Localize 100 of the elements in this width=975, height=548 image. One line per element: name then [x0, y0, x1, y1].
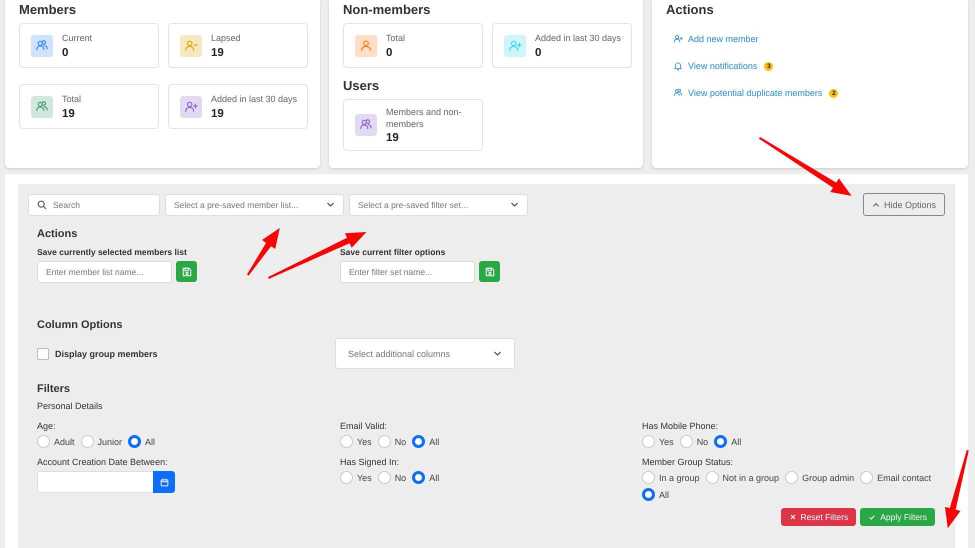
- stat-label: Added in last 30 days: [535, 32, 622, 45]
- radio-label: Email contact: [877, 472, 932, 482]
- filter-label: Has Mobile Phone:: [642, 421, 720, 431]
- chevron-down-icon: [326, 200, 335, 209]
- stat-value: 19: [62, 108, 76, 120]
- action-link[interactable]: Add new member: [688, 34, 759, 44]
- stat-value: 0: [386, 46, 394, 59]
- save-button[interactable]: [479, 261, 500, 282]
- radio-button[interactable]: [128, 435, 142, 448]
- filter-label: Account Creation Date Between:: [37, 457, 169, 467]
- stat-label: Current: [62, 32, 92, 45]
- stat-label: Lapsed: [211, 32, 241, 45]
- select-placeholder: Select a pre-saved filter set...: [358, 200, 468, 210]
- radio-button[interactable]: [706, 471, 719, 484]
- checkmark-icon: [868, 513, 876, 521]
- radio-button[interactable]: [642, 488, 655, 501]
- columns-select[interactable]: Select additional columns: [335, 338, 515, 369]
- save-icon: [182, 266, 192, 276]
- radio-button[interactable]: [412, 435, 426, 448]
- stat-label: Added in last 30 days: [211, 93, 298, 106]
- radio-button[interactable]: [642, 435, 655, 448]
- action-link[interactable]: View notifications: [688, 61, 758, 71]
- field-label: Save currently selected members list: [37, 247, 188, 257]
- stat-label: Total: [386, 32, 406, 45]
- calendar-button[interactable]: [153, 471, 175, 493]
- radio-label: Yes: [357, 436, 372, 446]
- radio-button[interactable]: [642, 471, 655, 484]
- radio-button[interactable]: [860, 471, 874, 484]
- search-placeholder: Search: [53, 200, 80, 210]
- radio-button[interactable]: [80, 435, 94, 448]
- filter-label: Member Group Status:: [642, 457, 734, 467]
- person-add-icon: [673, 34, 683, 44]
- group-icon: [673, 88, 683, 98]
- radio-label: Group admin: [802, 472, 854, 482]
- radio-button[interactable]: [714, 435, 728, 448]
- input-placeholder: Enter filter set name...: [349, 267, 432, 277]
- radio-label: No: [394, 472, 406, 482]
- radio-label: Yes: [659, 436, 674, 446]
- radio-label: Not in a group: [722, 472, 780, 482]
- filter-label: Age:: [37, 421, 57, 431]
- card-title: Users: [343, 78, 380, 93]
- stat-label: Total: [62, 93, 82, 106]
- chevron-down-icon: [493, 349, 502, 358]
- reset-filters-button[interactable]: Reset Filters: [780, 508, 856, 526]
- bell-icon: [673, 61, 683, 71]
- radio-button[interactable]: [37, 435, 50, 448]
- stat-value: 0: [62, 46, 70, 59]
- section-title: Actions: [37, 228, 78, 240]
- card-title: Members: [19, 2, 78, 17]
- radio-label: Junior: [98, 436, 122, 446]
- name-input-field[interactable]: Enter member list name...: [37, 261, 172, 283]
- hide-options-button[interactable]: Hide Options: [862, 193, 945, 216]
- radio-label: No: [696, 436, 708, 446]
- apply-filters-button[interactable]: Apply Filters: [860, 508, 935, 526]
- radio-label: All: [429, 436, 440, 446]
- radio-button[interactable]: [378, 471, 391, 484]
- radio-label: No: [394, 436, 406, 446]
- calendar-icon: [160, 478, 168, 486]
- filter-label: Has Signed In:: [340, 457, 400, 467]
- radio-button[interactable]: [340, 471, 353, 484]
- radio-label: All: [731, 436, 742, 446]
- radio-label: Adult: [54, 436, 75, 446]
- date-field[interactable]: [37, 471, 153, 493]
- radio-button[interactable]: [412, 471, 426, 484]
- select-placeholder: Select additional columns: [348, 348, 450, 358]
- radio-label: In a group: [659, 472, 700, 482]
- select-placeholder: Select a pre-saved member list...: [174, 200, 298, 210]
- card-title: Actions: [666, 2, 715, 17]
- radio-button[interactable]: [340, 435, 353, 448]
- stat-label: Members and non-members: [386, 106, 463, 130]
- name-input-field[interactable]: Enter filter set name...: [340, 261, 475, 283]
- filter-label: Email Valid:: [340, 421, 388, 431]
- radio-label: All: [659, 490, 670, 500]
- radio-button[interactable]: [378, 435, 391, 448]
- stat-value: 19: [386, 132, 400, 144]
- section-title: Filters: [37, 383, 72, 395]
- save-button[interactable]: [176, 261, 197, 282]
- chevron-down-icon: [510, 200, 519, 209]
- member-list-select[interactable]: Select a pre-saved member list...: [165, 194, 344, 216]
- chevron-up-icon: [872, 200, 880, 208]
- stat-value: 19: [211, 46, 225, 59]
- stat-value: 19: [211, 108, 225, 120]
- radio-label: All: [145, 436, 156, 446]
- search-field[interactable]: Search: [28, 194, 160, 216]
- save-icon: [484, 266, 494, 276]
- action-link[interactable]: View potential duplicate members: [688, 88, 822, 98]
- search-icon: [37, 200, 47, 210]
- checkbox[interactable]: [37, 348, 49, 360]
- subsection-title: Personal Details: [37, 401, 104, 411]
- close-icon: [788, 513, 797, 521]
- field-label: Save current filter options: [340, 247, 446, 257]
- checkbox-label: Display group members: [55, 348, 158, 358]
- stat-value: 0: [535, 46, 542, 59]
- card-title: Non-members: [343, 2, 432, 17]
- section-title: Column Options: [37, 319, 124, 331]
- radio-label: All: [429, 472, 440, 482]
- radio-button[interactable]: [680, 435, 693, 448]
- filter-set-select[interactable]: Select a pre-saved filter set...: [349, 194, 528, 216]
- input-placeholder: Enter member list name...: [46, 267, 144, 277]
- radio-button[interactable]: [785, 471, 798, 484]
